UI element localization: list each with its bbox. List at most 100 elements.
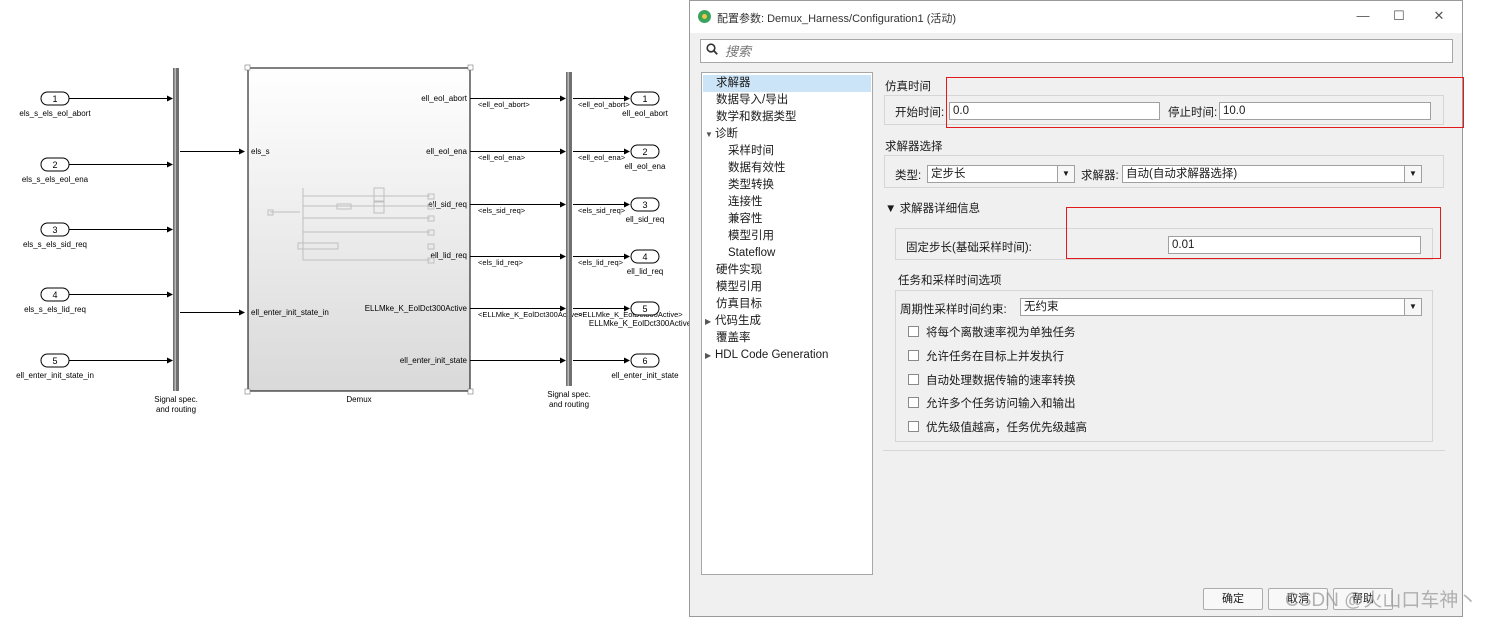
outport-6-label: ell_enter_init_state	[611, 371, 679, 380]
right-signal-label-3: <els_sid_req>	[578, 206, 626, 215]
tree-label: 诊断	[715, 128, 738, 140]
demux-subsystem[interactable]: els_s ell_enter_init_state_in ell_eol_ab…	[244, 64, 474, 404]
tree-label: 求解器	[716, 77, 751, 89]
category-tree[interactable]: 求解器 数据导入/导出 数学和数据类型 ▼ 诊断 采样时间 数据有效性 类型转换 …	[701, 72, 873, 575]
tree-item-data-validity[interactable]: 数据有效性	[703, 160, 786, 177]
tree-item-coverage[interactable]: 覆盖率	[703, 330, 751, 347]
checkbox-separate-tasks[interactable]	[908, 326, 919, 337]
outport-3[interactable]: 3 ell_sid_req	[626, 197, 665, 224]
signal-label-3: <els_sid_req>	[478, 206, 526, 215]
constraint-dropdown[interactable]: 无约束 ▼	[1020, 298, 1422, 316]
close-button[interactable]: ✕	[1424, 6, 1454, 26]
solver-select-heading: 求解器选择	[885, 141, 943, 153]
tasking-heading: 任务和采样时间选项	[898, 275, 1002, 287]
tree-item-diag-model-ref[interactable]: 模型引用	[703, 228, 774, 245]
tree-item-type-conversion[interactable]: 类型转换	[703, 177, 774, 194]
outport-5-num: 5	[642, 304, 647, 314]
signal-spec-right-label2: and routing	[549, 400, 589, 409]
outport-2-num: 2	[642, 147, 647, 157]
search-input[interactable]	[725, 42, 1425, 60]
tree-label: 硬件实现	[716, 264, 762, 276]
tree-label: 模型引用	[728, 230, 774, 242]
tree-label: 仿真目标	[716, 298, 762, 310]
matlab-config-icon	[698, 10, 711, 23]
dropdown-arrow-icon: ▼	[1404, 299, 1421, 315]
inport-3-num: 3	[52, 225, 57, 235]
tree-item-connectivity[interactable]: 连接性	[703, 194, 763, 211]
demux-output-lines[interactable]	[470, 95, 566, 364]
outport-2-label: ell_eol_ena	[625, 162, 666, 171]
tree-item-diagnostics[interactable]: ▼ 诊断	[703, 126, 738, 143]
tree-item-sample-time[interactable]: 采样时间	[703, 143, 774, 160]
tree-item-model-ref[interactable]: 模型引用	[703, 279, 762, 296]
right-signal-label-2: <ell_eol_ena>	[578, 153, 626, 162]
inport-2[interactable]: 2 els_s_els_eol_ena	[22, 157, 173, 184]
expand-arrow-icon[interactable]: ▶	[703, 313, 715, 330]
solver-value: 自动(自动求解器选择)	[1126, 168, 1238, 180]
demux-out-port-6: ell_enter_init_state	[400, 356, 468, 365]
tree-label: 数据导入/导出	[716, 94, 789, 106]
demux-out-port-1: ell_eol_abort	[421, 94, 468, 103]
tree-item-compatibility[interactable]: 兼容性	[703, 211, 763, 228]
dialog-titlebar[interactable]: 配置参数: Demux_Harness/Configuration1 (活动) …	[690, 1, 1462, 33]
tree-item-solver[interactable]: 求解器	[703, 75, 871, 92]
demux-out-port-5: ELLMke_K_EolDct300Active	[365, 304, 468, 313]
search-box[interactable]	[700, 39, 1453, 63]
tree-item-math-data-types[interactable]: 数学和数据类型	[703, 109, 797, 126]
dropdown-arrow-icon: ▼	[1057, 166, 1074, 182]
inport-1[interactable]: 1 els_s_els_eol_abort	[19, 91, 173, 118]
model-canvas[interactable]: 1 els_s_els_eol_abort 2 els_s_els_eol_en…	[0, 0, 690, 617]
highlight-box-sim-time	[946, 77, 1464, 128]
inport-3[interactable]: 3 els_s_els_sid_req	[23, 222, 173, 249]
demux-out-port-2: ell_eol_ena	[426, 147, 467, 156]
inport-1-label: els_s_els_eol_abort	[19, 109, 91, 118]
tree-label: 兼容性	[728, 213, 763, 225]
outport-1-num: 1	[642, 94, 647, 104]
outport-6-num: 6	[642, 356, 647, 366]
tree-item-data-import-export[interactable]: 数据导入/导出	[703, 92, 788, 109]
option-label: 允许多个任务访问输入和输出	[926, 398, 1076, 410]
tree-item-hardware[interactable]: 硬件实现	[703, 262, 762, 279]
ok-button[interactable]: 确定	[1203, 588, 1263, 610]
maximize-button[interactable]: ☐	[1384, 6, 1414, 26]
section-divider	[883, 450, 1445, 451]
outport-1-label: ell_eol_abort	[622, 109, 669, 118]
solver-dropdown[interactable]: 自动(自动求解器选择) ▼	[1122, 165, 1422, 183]
outport-4[interactable]: 4 ell_lid_req	[627, 249, 663, 276]
checkbox-concurrent[interactable]	[908, 350, 919, 361]
inport-5[interactable]: 5 ell_enter_init_state_in	[16, 353, 173, 380]
tree-label: Stateflow	[728, 247, 776, 259]
signal-spec-block-left[interactable]: Signal spec. and routing	[154, 68, 198, 414]
minimize-button[interactable]: —	[1348, 6, 1378, 26]
inport-4-num: 4	[52, 290, 57, 300]
tree-label: 数学和数据类型	[716, 111, 797, 123]
tree-item-hdl[interactable]: ▶ HDL Code Generation	[703, 347, 828, 364]
dropdown-arrow-icon: ▼	[1404, 166, 1421, 182]
expand-arrow-icon[interactable]: ▼	[703, 126, 715, 143]
inport-4[interactable]: 4 els_s_els_lid_req	[24, 287, 173, 314]
solver-details-toggle[interactable]: ▼ 求解器详细信息	[885, 200, 980, 216]
checkbox-rate-transition[interactable]	[908, 374, 919, 385]
signal-label-1: <ell_eol_abort>	[478, 100, 530, 109]
constraint-label: 周期性采样时间约束:	[900, 304, 1007, 316]
type-dropdown[interactable]: 定步长 ▼	[927, 165, 1075, 183]
checkbox-priority[interactable]	[908, 421, 919, 432]
option-label: 允许任务在目标上并发执行	[926, 351, 1064, 363]
tree-item-code-gen[interactable]: ▶ 代码生成	[703, 313, 761, 330]
signal-spec-block-right[interactable]: Signal spec. and routing	[547, 72, 591, 409]
outport-3-num: 3	[642, 200, 647, 210]
signal-label-2: <ell_eol_ena>	[478, 153, 526, 162]
tree-label: 连接性	[728, 196, 763, 208]
tree-item-stateflow[interactable]: Stateflow	[703, 245, 775, 262]
tree-item-sim-target[interactable]: 仿真目标	[703, 296, 762, 313]
checkbox-multi-task-io[interactable]	[908, 397, 919, 408]
outport-3-label: ell_sid_req	[626, 215, 665, 224]
outport-2[interactable]: 2 ell_eol_ena	[625, 144, 666, 171]
config-params-dialog: 配置参数: Demux_Harness/Configuration1 (活动) …	[689, 0, 1464, 617]
inport-2-label: els_s_els_eol_ena	[22, 175, 89, 184]
start-time-label: 开始时间:	[895, 107, 945, 119]
inport-5-num: 5	[52, 356, 57, 366]
outport-6[interactable]: 6 ell_enter_init_state	[611, 353, 679, 380]
inport-2-num: 2	[52, 160, 57, 170]
expand-arrow-icon[interactable]: ▶	[703, 347, 715, 364]
